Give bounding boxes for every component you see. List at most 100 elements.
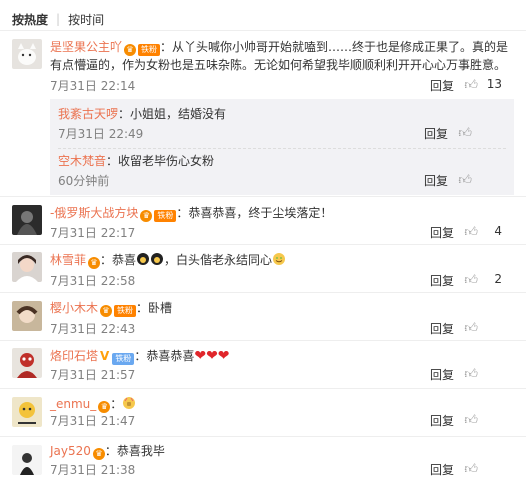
vip-crown-icon: ♛ — [140, 210, 153, 222]
username-link[interactable]: 是坚果公主吖 — [50, 40, 122, 54]
comment-text: _enmu_ ♛： — [50, 395, 518, 413]
comment-item: -俄罗斯大战方块 ♛ 铁粉 ：恭喜恭喜，终于尘埃落定！ 7月31日 22:17 回复 … — [0, 196, 526, 244]
timestamp: 7月31日 22:58 — [50, 274, 136, 288]
avatar[interactable] — [12, 397, 42, 427]
colon: ： — [136, 301, 149, 315]
avatar-image — [12, 445, 42, 475]
username-link[interactable]: -俄罗斯大战方块 — [50, 206, 138, 220]
reply-button[interactable]: 回复 — [430, 320, 454, 337]
comment-meta: 7月31日 21:38 回复 👍︎ — [50, 461, 514, 479]
vip-crown-icon: ♛ — [88, 257, 101, 269]
comment-meta: 7月31日 21:57 回复 👍︎ — [50, 366, 514, 384]
avatar[interactable] — [12, 445, 42, 475]
username-link[interactable]: Jay520 — [50, 444, 91, 458]
sub-reply-divider — [58, 148, 506, 149]
reply-button[interactable]: 回复 — [424, 172, 448, 189]
comment-item: 是坚果公主吖 ♛ 铁粉 ：从丫头喊你小帅哥开始就嗑到……终于也是修成正果了。真的是有点… — [0, 30, 526, 216]
vip-crown-icon: ♛ — [92, 448, 105, 460]
timestamp: 60分钟前 — [58, 174, 110, 188]
colon: ： — [118, 107, 131, 121]
sub-reply-meta: 7月31日 22:49 回复 👍︎ — [58, 125, 506, 143]
thumbs-up-icon[interactable]: 👍︎ — [464, 413, 478, 428]
thumbs-up-icon[interactable]: 👍︎ — [464, 225, 478, 240]
heart-emoji-icon: ❤❤❤ — [194, 348, 230, 364]
colon: ： — [160, 40, 173, 54]
comment-item: _enmu_ ♛： 7月31日 21:47 回复 👍︎ — [0, 388, 526, 436]
username-link[interactable]: 我紊古天啰 — [58, 107, 118, 121]
comment-text: 烙印石塔 V 铁粉 ：恭喜恭喜❤❤❤ — [50, 347, 518, 365]
sub-reply-meta: 60分钟前 回复 👍︎ — [58, 172, 506, 190]
reply-button[interactable]: 回复 — [430, 366, 454, 383]
comment-meta: 7月31日 22:17 回复 👍︎ 4 — [50, 224, 514, 242]
wedding-emoji-icon — [136, 253, 164, 267]
fan-badge: 铁粉 — [154, 210, 177, 222]
username-link[interactable]: _enmu_ — [50, 397, 96, 411]
avatar[interactable] — [12, 39, 42, 69]
timestamp: 7月31日 21:38 — [50, 463, 136, 477]
comment-text: 林雪菲 ♛ ：恭喜 ，白头偕老永结同心 — [50, 251, 518, 269]
comment-content: 卧槽 — [148, 301, 173, 315]
comment-meta: 7月31日 22:14 回复 👍︎ 13 — [50, 77, 514, 95]
thumbs-up-icon[interactable]: 👍︎ — [464, 462, 478, 477]
username-link[interactable]: 樱小木木 — [50, 301, 98, 315]
comment-meta: 7月31日 21:47 回复 👍︎ — [50, 412, 514, 430]
username-link[interactable]: 烙印石塔 — [50, 349, 98, 363]
timestamp: 7月31日 21:47 — [50, 414, 136, 428]
avatar[interactable] — [12, 205, 42, 235]
comment-text: 樱小木木 ♛ 铁粉 ：卧槽 — [50, 299, 518, 317]
colon: ： — [106, 154, 119, 168]
avatar-image — [12, 397, 42, 427]
comment-text: Jay520 ♛ ：恭喜我毕 — [50, 442, 518, 460]
comment-meta: 7月31日 22:43 回复 👍︎ — [50, 320, 514, 338]
comment-item: Jay520 ♛ ：恭喜我毕 7月31日 21:38 回复 👍︎ — [0, 436, 526, 485]
like-count: 2 — [494, 272, 502, 286]
avatar-image — [12, 348, 42, 378]
avatar[interactable] — [12, 252, 42, 282]
comment-content: 恭喜恭喜，终于尘埃落定！ — [188, 206, 333, 220]
thumbs-up-icon[interactable]: 👍︎ — [458, 126, 472, 141]
sort-divider: | — [56, 12, 61, 26]
avatar[interactable] — [12, 301, 42, 331]
username-link[interactable]: 空木梵音 — [58, 154, 106, 168]
comment-content: 恭喜 — [112, 253, 137, 267]
reply-button[interactable]: 回复 — [424, 125, 448, 142]
comment-content-2: ，白头偕老永结同心 — [164, 253, 273, 267]
vip-crown-icon: ♛ — [124, 44, 137, 56]
reply-button[interactable]: 回复 — [430, 412, 454, 429]
reply-button[interactable]: 回复 — [430, 224, 454, 241]
username-link[interactable]: 林雪菲 — [50, 253, 86, 267]
sub-reply-item: 我紊古天啰：小姐姐，结婚没有 7月31日 22:49 回复 👍︎ — [58, 105, 506, 145]
reply-button[interactable]: 回复 — [430, 461, 454, 478]
comment-item: 烙印石塔 V 铁粉 ：恭喜恭喜❤❤❤ 7月31日 21:57 回复 👍︎ — [0, 340, 526, 388]
smile-emoji-icon — [272, 253, 286, 267]
avatar[interactable] — [12, 348, 42, 378]
sub-replies-box: 我紊古天啰：小姐姐，结婚没有 7月31日 22:49 回复 👍︎ 空木梵音：收留… — [50, 99, 514, 195]
thumbs-up-icon[interactable]: 👍︎ — [464, 367, 478, 382]
reply-button[interactable]: 回复 — [430, 77, 454, 94]
sort-by-hot-tab[interactable]: 按热度 — [12, 11, 48, 28]
sort-by-time-tab[interactable]: 按时间 — [68, 11, 104, 28]
comment-content: 恭喜我毕 — [116, 444, 165, 458]
timestamp: 7月31日 22:43 — [50, 322, 136, 336]
sub-reply-text: 空木梵音：收留老毕伤心女粉 — [58, 152, 214, 170]
colon: ： — [176, 206, 189, 220]
reply-button[interactable]: 回复 — [430, 272, 454, 289]
colon: ： — [134, 349, 147, 363]
comment-content: 恭喜恭喜 — [146, 349, 195, 363]
sub-reply-item: 空木梵音：收留老毕伤心女粉 60分钟前 回复 👍︎ — [58, 152, 506, 192]
thumbs-up-icon[interactable]: 👍︎ — [464, 321, 478, 336]
sub-reply-content: 收留老毕伤心女粉 — [118, 154, 215, 168]
like-count: 13 — [486, 77, 502, 91]
thumbs-up-icon[interactable]: 👍︎ — [458, 173, 472, 188]
thumbs-up-icon[interactable]: 👍︎ — [464, 273, 478, 288]
sub-reply-text: 我紊古天啰：小姐姐，结婚没有 — [58, 105, 226, 123]
fan-badge: 铁粉 — [138, 44, 161, 56]
comment-text: -俄罗斯大战方块 ♛ 铁粉 ：恭喜恭喜，终于尘埃落定！ — [50, 204, 518, 222]
thumbs-up-icon[interactable]: 👍︎ — [464, 78, 478, 93]
comment-meta: 7月31日 22:58 回复 👍︎ 2 — [50, 272, 514, 290]
sort-tabs: 按热度 | 按时间 — [12, 9, 104, 29]
timestamp: 7月31日 21:57 — [50, 368, 136, 382]
timestamp: 7月31日 22:49 — [58, 127, 144, 141]
comment-text: 是坚果公主吖 ♛ 铁粉 ：从丫头喊你小帅哥开始就嗑到……终于也是修成正果了。真的是有点… — [50, 38, 518, 74]
avatar-image — [12, 39, 42, 69]
